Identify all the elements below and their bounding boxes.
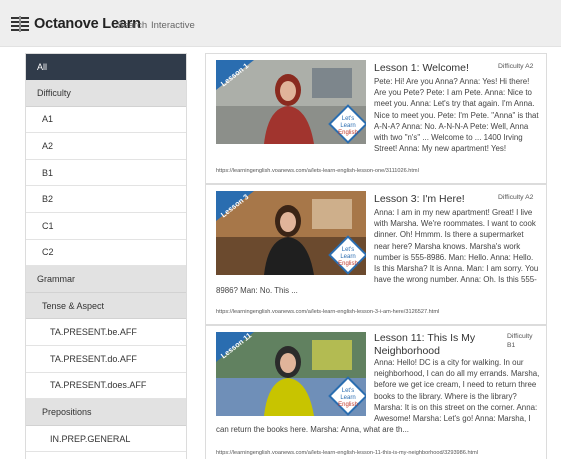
lesson-list: Lesson 1 Let's Learn English Lesson 1: Welco… [205, 53, 548, 459]
sidebar-item-label: Prepositions [42, 406, 92, 417]
lesson-excerpt-text: Pete: Hi! Are you Anna? Anna: Yes! Hi th… [374, 77, 539, 154]
lesson-url[interactable]: https://learningenglish.voanews.com/a/le… [216, 309, 439, 315]
sidebar-item-label: B1 [42, 167, 54, 178]
sidebar-item-label: IN.PREP.GENERAL [50, 433, 131, 444]
sidebar-item-prepositions[interactable]: Prepositions [26, 399, 186, 426]
difficulty-label: Difficulty A2 [498, 63, 534, 70]
sidebar-item-b1[interactable]: B1 [26, 159, 186, 187]
sidebar-item-label: C1 [42, 220, 54, 231]
sidebar-item-label: TA.PRESENT.be.AFF [50, 327, 137, 338]
sidebar-item-in-prep-general[interactable]: IN.PREP.GENERAL [26, 425, 186, 453]
sidebar-item-grammar[interactable]: Grammar [26, 266, 186, 293]
top-navbar: Octanove Learn Search Interactive [0, 0, 561, 47]
lesson-url[interactable]: https://learningenglish.voanews.com/a/le… [216, 450, 478, 456]
sidebar-item-tense-aspect[interactable]: Tense & Aspect [26, 292, 186, 320]
sidebar-item-c1[interactable]: C1 [26, 213, 186, 240]
lesson-url[interactable]: https://learningenglish.voanews.com/a/le… [216, 168, 419, 174]
sidebar-item-c2[interactable]: C2 [26, 239, 186, 267]
sidebar-item-label: TA.PRESENT.do.AFF [50, 353, 137, 364]
lesson-excerpt: Anna: Hello! DC is a city for walking. I… [216, 357, 540, 435]
nav-link-interactive[interactable]: Interactive [151, 20, 195, 31]
sidebar-item-label: All [37, 62, 48, 72]
sidebar-item-label: A1 [42, 114, 54, 125]
nav-link-search[interactable]: Search [117, 20, 147, 31]
lesson-title[interactable]: Lesson 3: I'm Here! [374, 193, 465, 206]
sidebar-item-ta-present-do-aff[interactable]: TA.PRESENT.do.AFF [26, 346, 186, 373]
lesson-card[interactable]: Lesson 3 Let's Learn English Lesson 3: I'm H… [205, 184, 547, 325]
sidebar-item-label: Tense & Aspect [42, 300, 105, 311]
difficulty-label: Difficulty B1 [507, 333, 533, 349]
thumbnail-spacer [216, 207, 374, 275]
filter-sidebar: All Difficulty A1 A2 B1 B2 C1 C2 Grammar Tense & … [25, 53, 187, 459]
sidebar-item-label: Grammar [37, 273, 75, 284]
sidebar-item-all[interactable]: All [26, 54, 186, 80]
sidebar-item-ta-present-does-aff[interactable]: TA.PRESENT.does.AFF [26, 372, 186, 400]
thumbnail-spacer [216, 357, 374, 416]
lesson-excerpt: Anna: I am in my new apartment! Great! I… [216, 207, 540, 297]
thumbnail-spacer [216, 76, 374, 144]
lesson-card[interactable]: Lesson 11 Let's Learn English Lesson 11: Thi… [205, 325, 547, 459]
sidebar-item-a2[interactable]: A2 [26, 133, 186, 160]
lesson-title[interactable]: Lesson 1: Welcome! [374, 62, 469, 75]
sidebar-item-label: C2 [42, 247, 54, 258]
sidebar-item-ta-present-be-aff[interactable]: TA.PRESENT.be.AFF [26, 319, 186, 346]
sidebar-item-a1[interactable]: A1 [26, 106, 186, 134]
sidebar-item-difficulty[interactable]: Difficulty [26, 80, 186, 107]
lesson-title[interactable]: Lesson 11: This Is My Neighborhood [374, 332, 504, 357]
difficulty-label: Difficulty A2 [498, 194, 534, 201]
sidebar-item-label: TA.PRESENT.does.AFF [50, 380, 147, 391]
sidebar-item-b2[interactable]: B2 [26, 186, 186, 213]
sidebar-item-label: B2 [42, 194, 54, 205]
sidebar-item-label: Difficulty [37, 87, 71, 98]
lesson-card[interactable]: Lesson 1 Let's Learn English Lesson 1: Welco… [205, 53, 547, 184]
lesson-excerpt: Pete: Hi! Are you Anna? Anna: Yes! Hi th… [216, 76, 540, 154]
logo-icon [11, 15, 29, 32]
sidebar-item-label: A2 [42, 140, 54, 151]
